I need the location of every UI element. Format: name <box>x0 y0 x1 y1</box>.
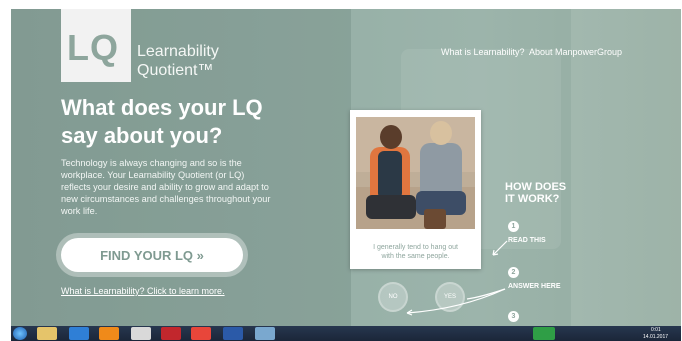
arrow-to-yes <box>466 288 506 300</box>
acrobat-icon[interactable] <box>161 327 181 340</box>
internet-explorer-icon[interactable] <box>69 327 89 340</box>
app-icon[interactable] <box>255 327 275 340</box>
media-player-icon[interactable] <box>131 327 151 340</box>
windows-taskbar: 0:01 14.01.2017 <box>11 326 681 341</box>
arrow-to-card <box>492 240 508 256</box>
file-explorer-icon[interactable] <box>37 327 57 340</box>
outlook-icon[interactable] <box>99 327 119 340</box>
network-signal-icon <box>533 327 555 340</box>
clock-time: 0:01 <box>651 327 661 333</box>
word-icon[interactable] <box>223 327 243 340</box>
browser-viewport: LQ Learnability Quotient™ What is Learna… <box>11 9 681 326</box>
instruction-arrows <box>406 240 508 316</box>
clock-date: 14.01.2017 <box>643 334 669 340</box>
start-button-icon[interactable] <box>13 327 27 340</box>
system-tray-icons[interactable] <box>567 327 627 340</box>
arrow-to-no <box>406 288 506 314</box>
chrome-icon[interactable] <box>191 327 211 340</box>
